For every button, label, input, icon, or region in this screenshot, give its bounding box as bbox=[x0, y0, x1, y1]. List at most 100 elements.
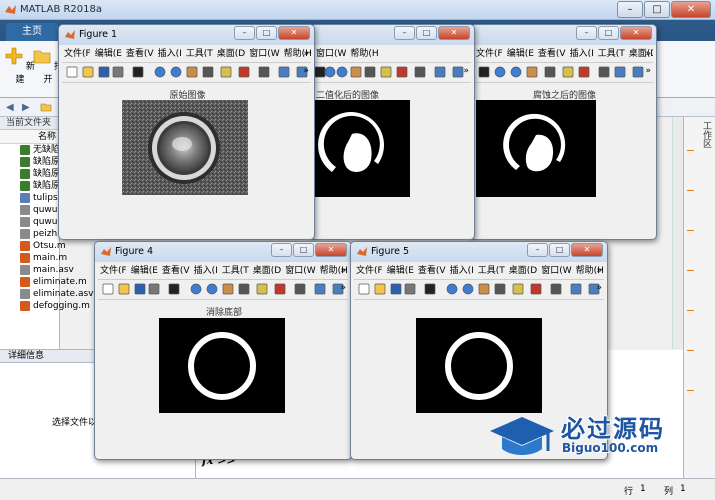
menu-overflow-icon[interactable]: » bbox=[340, 262, 346, 279]
figure-minimize-button[interactable]: – bbox=[271, 243, 292, 257]
figure-close-button[interactable]: ✕ bbox=[278, 26, 310, 40]
pan-icon[interactable] bbox=[526, 66, 538, 78]
figure-maximize-button[interactable]: □ bbox=[549, 243, 570, 257]
figure-maximize-button[interactable]: □ bbox=[598, 26, 619, 40]
rotate-icon[interactable] bbox=[494, 283, 506, 295]
pan-icon[interactable] bbox=[350, 66, 362, 78]
data-cursor-icon[interactable] bbox=[562, 66, 574, 78]
figure-3-window[interactable]: – □ ✕ 文件(F编辑(E查看(V插入(I工具(T桌面(D窗口(W帮助(H» … bbox=[470, 24, 657, 240]
brush-icon[interactable] bbox=[530, 283, 542, 295]
rotate-icon[interactable] bbox=[544, 66, 556, 78]
link-icon[interactable] bbox=[258, 66, 270, 78]
menu-item[interactable]: 桌面(D bbox=[251, 262, 283, 279]
menu-item[interactable]: 查看(V bbox=[160, 262, 192, 279]
save-icon[interactable] bbox=[134, 283, 146, 295]
forward-arrow-icon[interactable]: ▶ bbox=[22, 102, 30, 113]
colorbar-icon[interactable] bbox=[614, 66, 626, 78]
toolbar-overflow-icon[interactable]: » bbox=[596, 283, 602, 293]
rotate-icon[interactable] bbox=[238, 283, 250, 295]
open-file-icon[interactable] bbox=[82, 66, 94, 78]
toolbar-overflow-icon[interactable]: » bbox=[303, 66, 309, 76]
folder-icon[interactable] bbox=[40, 101, 52, 113]
menu-item[interactable]: 工具(T bbox=[184, 45, 215, 62]
menu-item[interactable]: 文件(F bbox=[354, 262, 385, 279]
new-figure-icon[interactable] bbox=[358, 283, 370, 295]
menu-item[interactable]: 插入(I bbox=[448, 262, 476, 279]
name-column-header[interactable]: 名称 bbox=[0, 130, 59, 144]
colorbar-icon[interactable] bbox=[570, 283, 582, 295]
folder-scrollbar[interactable] bbox=[672, 117, 683, 349]
open-file-icon[interactable] bbox=[374, 283, 386, 295]
menu-item[interactable]: 文件(F bbox=[98, 262, 129, 279]
rotate-icon[interactable] bbox=[202, 66, 214, 78]
file-list-item[interactable]: defogging.m bbox=[0, 300, 90, 312]
file-list-item[interactable]: peizh bbox=[0, 228, 59, 240]
pointer-icon[interactable] bbox=[424, 283, 436, 295]
colorbar-icon[interactable] bbox=[434, 66, 446, 78]
print-icon[interactable] bbox=[404, 283, 416, 295]
pan-icon[interactable] bbox=[186, 66, 198, 78]
data-cursor-icon[interactable] bbox=[512, 283, 524, 295]
figure-close-button[interactable]: ✕ bbox=[315, 243, 347, 257]
file-list-item[interactable]: 缺陷原 bbox=[0, 180, 60, 192]
zoom-out-icon[interactable] bbox=[510, 66, 522, 78]
legend-icon[interactable] bbox=[632, 66, 644, 78]
menu-item[interactable]: 查看(V bbox=[124, 45, 156, 62]
pointer-icon[interactable] bbox=[478, 66, 490, 78]
figure-close-button[interactable]: ✕ bbox=[620, 26, 652, 40]
brush-icon[interactable] bbox=[274, 283, 286, 295]
zoom-in-icon[interactable] bbox=[190, 283, 202, 295]
menu-item[interactable]: 插入(I bbox=[156, 45, 184, 62]
link-icon[interactable] bbox=[598, 66, 610, 78]
menu-item[interactable]: 插入(I bbox=[192, 262, 220, 279]
data-cursor-icon[interactable] bbox=[256, 283, 268, 295]
menu-item[interactable]: 窗口(W bbox=[247, 45, 281, 62]
zoom-out-icon[interactable] bbox=[206, 283, 218, 295]
file-list-item[interactable]: quwu bbox=[0, 204, 59, 216]
toolbar-overflow-icon[interactable]: » bbox=[340, 283, 346, 293]
save-icon[interactable] bbox=[98, 66, 110, 78]
colorbar-icon[interactable] bbox=[314, 283, 326, 295]
toolbar-overflow-icon[interactable]: » bbox=[463, 66, 469, 76]
menu-item[interactable]: 编辑(E bbox=[93, 45, 124, 62]
figure-minimize-button[interactable]: – bbox=[576, 26, 597, 40]
zoom-in-icon[interactable] bbox=[446, 283, 458, 295]
file-list-item[interactable]: 无缺陷 bbox=[0, 144, 60, 156]
menu-item[interactable]: 工具(T bbox=[596, 45, 627, 62]
pan-icon[interactable] bbox=[478, 283, 490, 295]
save-icon[interactable] bbox=[390, 283, 402, 295]
menu-item[interactable]: 文件(F bbox=[62, 45, 93, 62]
pan-icon[interactable] bbox=[222, 283, 234, 295]
figure-minimize-button[interactable]: – bbox=[394, 26, 415, 40]
figure-minimize-button[interactable]: – bbox=[234, 26, 255, 40]
figure-maximize-button[interactable]: □ bbox=[293, 243, 314, 257]
file-list-item[interactable]: 缺陷原 bbox=[0, 156, 60, 168]
toolbar-overflow-icon[interactable]: » bbox=[645, 66, 651, 76]
figure-close-button[interactable]: ✕ bbox=[571, 243, 603, 257]
menu-item[interactable]: 编辑(E bbox=[505, 45, 536, 62]
brush-icon[interactable] bbox=[396, 66, 408, 78]
maximize-button[interactable]: □ bbox=[644, 1, 670, 18]
menu-item[interactable]: 工具(T bbox=[476, 262, 507, 279]
rotate-icon[interactable] bbox=[364, 66, 376, 78]
menu-item[interactable]: 帮助(H bbox=[348, 45, 380, 62]
menu-overflow-icon[interactable]: » bbox=[596, 262, 602, 279]
data-cursor-icon[interactable] bbox=[380, 66, 392, 78]
zoom-in-icon[interactable] bbox=[494, 66, 506, 78]
file-list-item[interactable]: eliminate.asv bbox=[0, 288, 93, 300]
menu-item[interactable]: 编辑(E bbox=[385, 262, 416, 279]
menu-item[interactable]: 窗口(W bbox=[283, 262, 317, 279]
menu-item[interactable]: 文件(F bbox=[474, 45, 505, 62]
new-figure-icon[interactable] bbox=[66, 66, 78, 78]
pointer-icon[interactable] bbox=[168, 283, 180, 295]
menu-item[interactable]: 工具(T bbox=[220, 262, 251, 279]
legend-icon[interactable] bbox=[452, 66, 464, 78]
zoom-in-icon[interactable] bbox=[154, 66, 166, 78]
figure-2-window[interactable]: – □ ✕ 窗口(W 帮助(H » 二值化后的图像 bbox=[310, 24, 475, 240]
colorbar-icon[interactable] bbox=[278, 66, 290, 78]
zoom-in-icon[interactable] bbox=[324, 66, 336, 78]
data-cursor-icon[interactable] bbox=[220, 66, 232, 78]
figure-minimize-button[interactable]: – bbox=[527, 243, 548, 257]
zoom-out-icon[interactable] bbox=[336, 66, 348, 78]
figure-4-window[interactable]: Figure 4 – □ ✕ 文件(F 编辑(E 查看(V 插入(I 工具(T 桌面(D 窗… bbox=[94, 241, 352, 460]
